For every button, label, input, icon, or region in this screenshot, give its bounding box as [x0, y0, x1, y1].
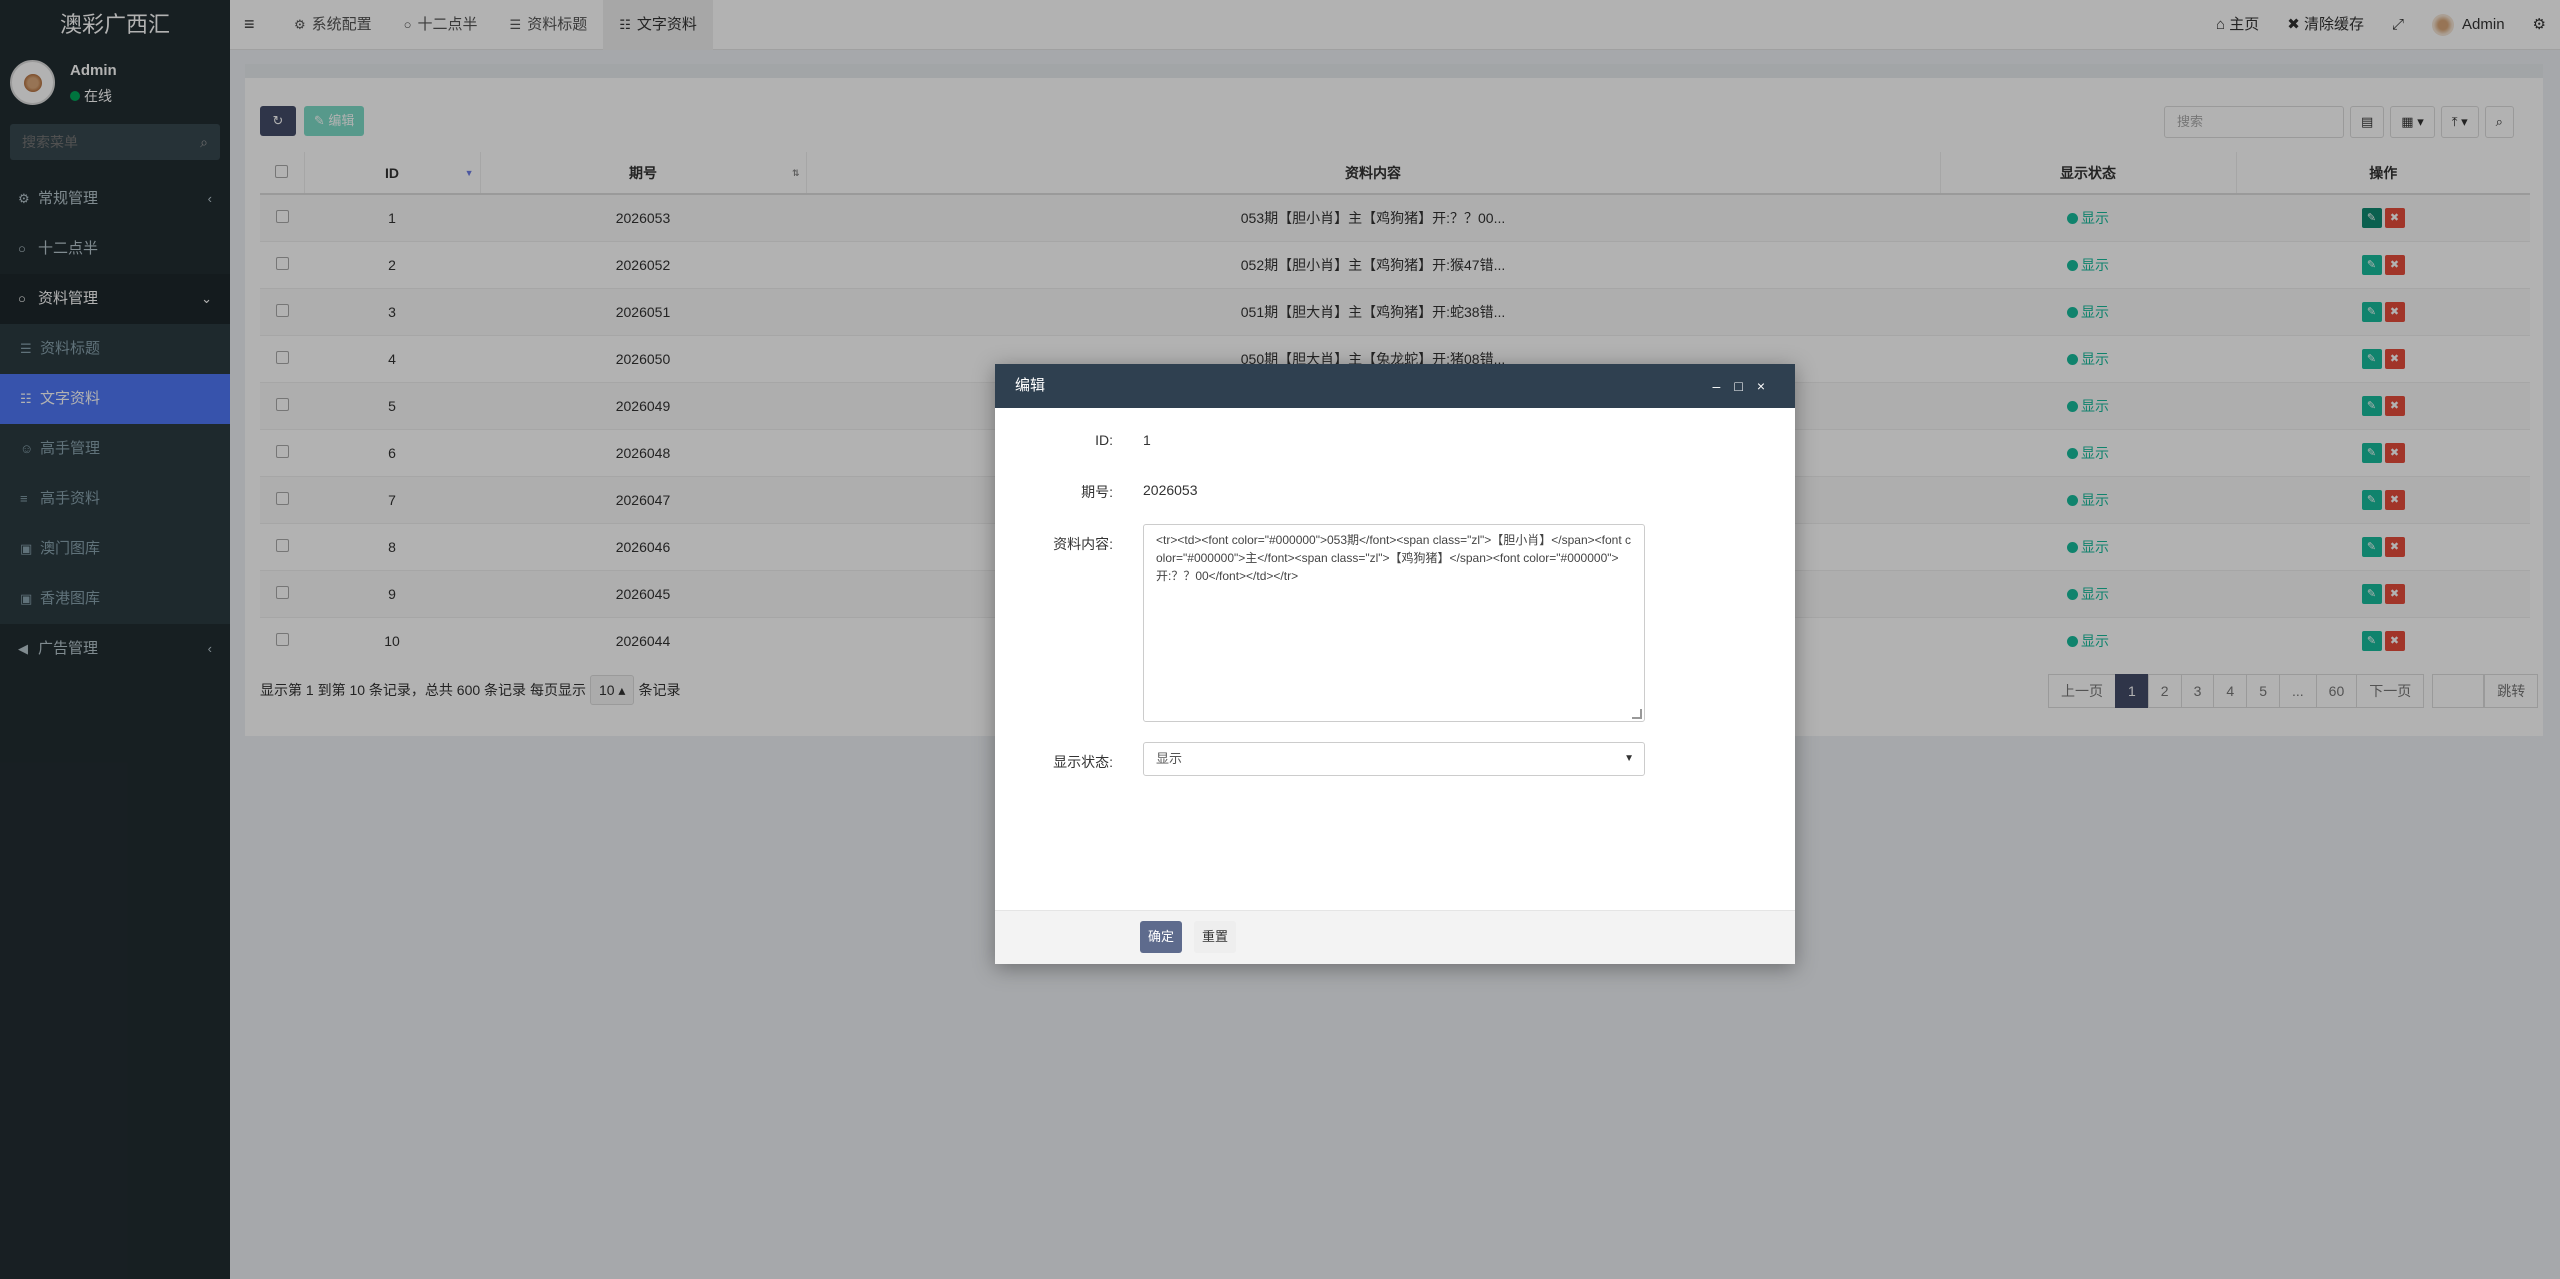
content-label: 资料内容: — [1053, 536, 1113, 552]
edit-dialog: 编辑 –□× ID: 1 期号: 2026053 资料内容: <tr><td><… — [995, 364, 1795, 964]
status-label: 显示状态: — [1053, 754, 1113, 770]
id-label: ID: — [1095, 432, 1113, 448]
issue-label: 期号: — [1081, 484, 1113, 500]
close-icon[interactable]: × — [1757, 378, 1779, 394]
maximize-icon[interactable]: □ — [1734, 378, 1756, 394]
window-controls: –□× — [1713, 364, 1779, 408]
dialog-footer: 确定 重置 — [995, 910, 1795, 964]
status-select[interactable]: 显示 ▼ — [1143, 742, 1645, 776]
issue-value: 2026053 — [1143, 482, 1198, 498]
minimize-icon[interactable]: – — [1713, 378, 1735, 394]
confirm-button[interactable]: 确定 — [1140, 921, 1183, 953]
reset-button[interactable]: 重置 — [1194, 921, 1237, 953]
content-textarea[interactable]: <tr><td><font color="#000000">053期</font… — [1143, 524, 1645, 722]
dialog-header: 编辑 –□× — [995, 364, 1795, 408]
dialog-title: 编辑 — [1015, 377, 1046, 394]
resize-handle[interactable] — [1632, 709, 1642, 719]
id-value: 1 — [1143, 432, 1151, 448]
caret-down-icon: ▼ — [1624, 753, 1634, 764]
dialog-body: ID: 1 期号: 2026053 资料内容: <tr><td><font co… — [995, 408, 1795, 910]
